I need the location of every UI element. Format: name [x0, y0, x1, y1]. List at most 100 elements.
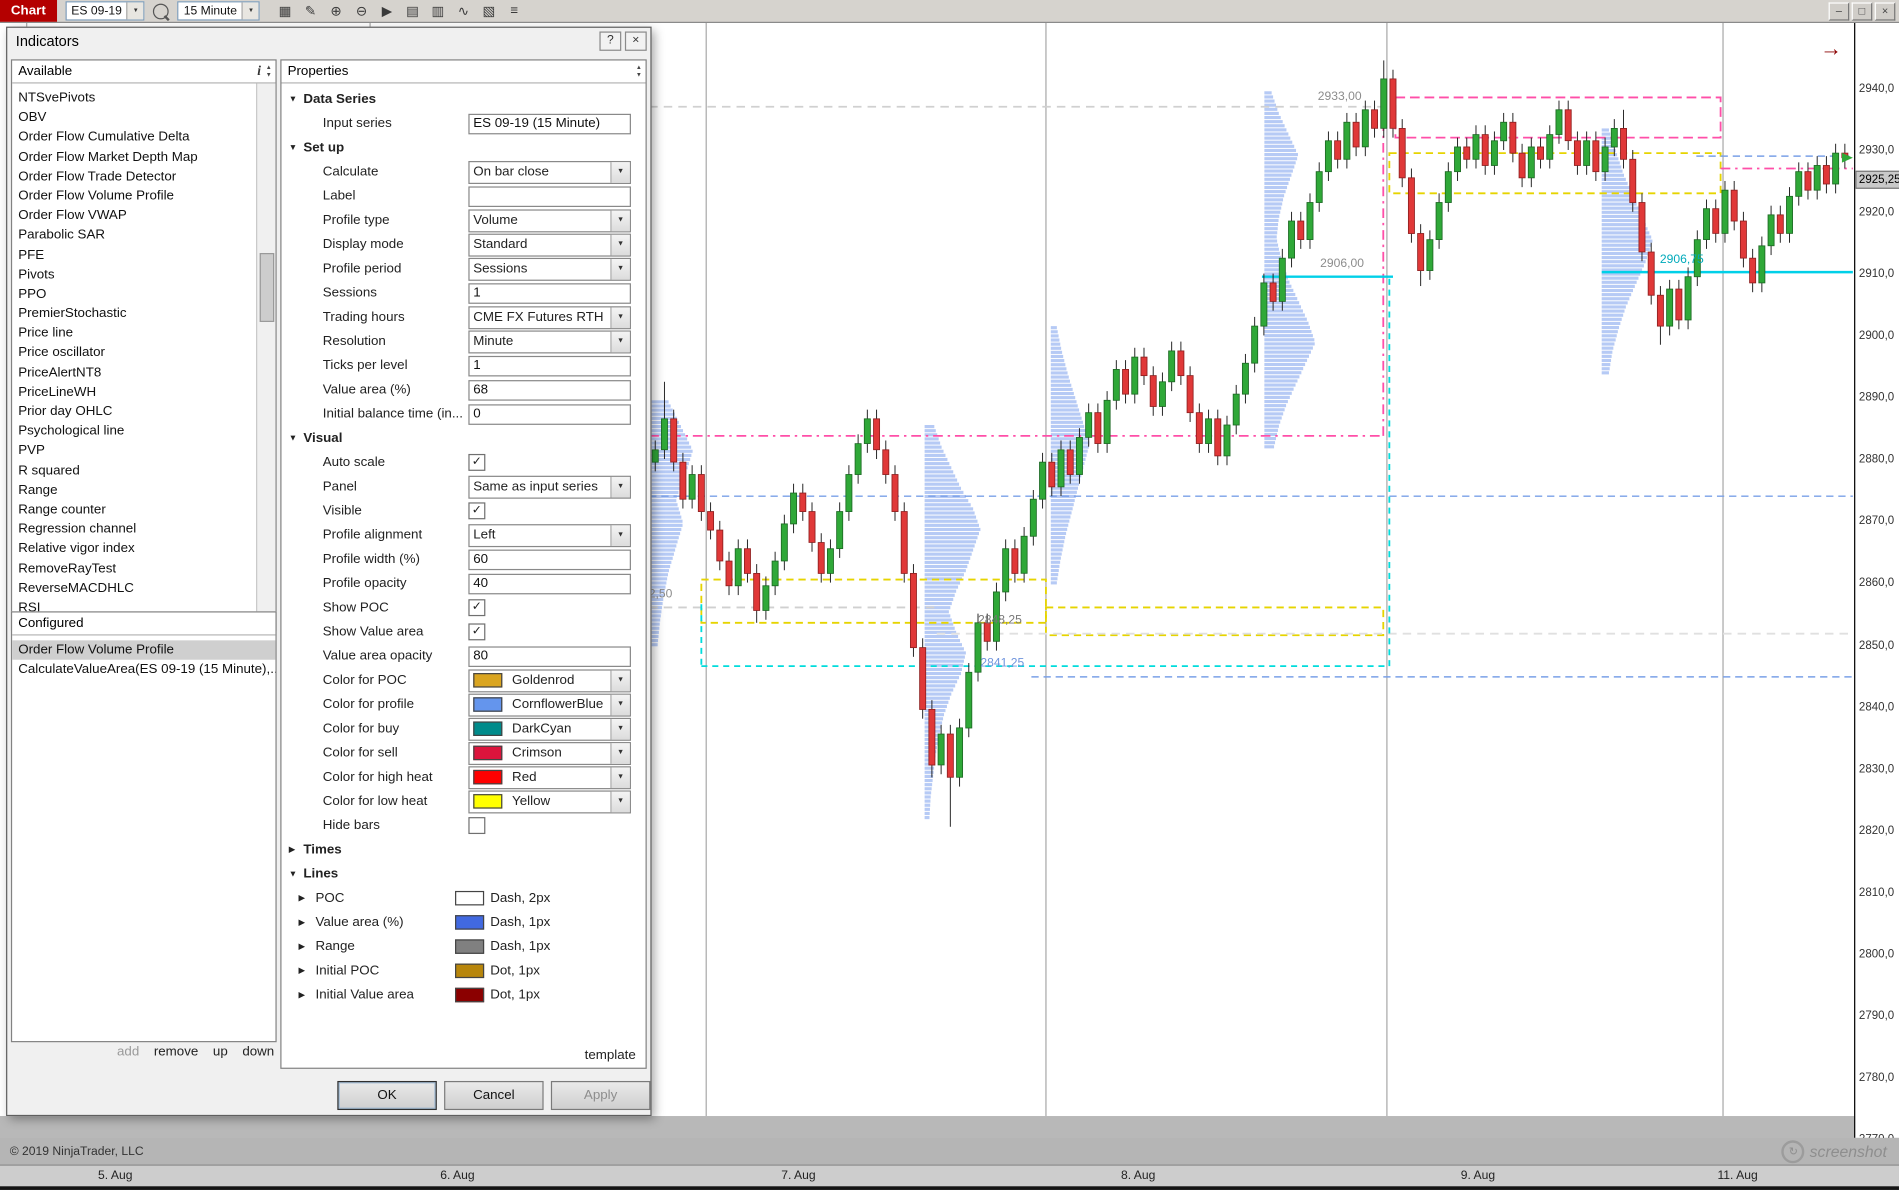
property-row[interactable]: ▼ Lines	[282, 862, 646, 886]
price-axis[interactable]: 2940,0 2930,0 2920,0 2910,0 2900,0 2890,0 2880…	[1854, 21, 1899, 1146]
chart-tab[interactable]: Chart	[0, 0, 57, 22]
property-row[interactable]: Visible ✓	[282, 499, 646, 523]
property-select[interactable]: Sessions ▼	[468, 257, 631, 281]
pointer-icon[interactable]: ▶	[375, 1, 398, 22]
property-row[interactable]: Initial balance time (in...	[282, 402, 646, 426]
color-select[interactable]: Yellow ▼	[468, 789, 631, 813]
available-item[interactable]: Relative vigor index	[12, 539, 257, 559]
property-input[interactable]	[468, 403, 631, 425]
available-item[interactable]: OBV	[12, 108, 257, 128]
property-row[interactable]: ▶ Initial Value area Dot, 1px	[282, 983, 646, 1007]
available-item[interactable]: Range counter	[12, 500, 257, 520]
property-row[interactable]: Show POC ✓	[282, 596, 646, 620]
property-row[interactable]: Trading hours CME FX Futures RTH ▼	[282, 305, 646, 329]
configured-item[interactable]: Order Flow Volume Profile	[12, 640, 276, 660]
help-icon[interactable]: ?	[599, 31, 622, 51]
property-select[interactable]: Minute ▼	[468, 329, 631, 353]
spinner-icon[interactable]: ▲ ▼	[266, 64, 276, 79]
available-item[interactable]: ReverseMACDHLC	[12, 578, 257, 598]
property-row[interactable]: ▼ Set up	[282, 136, 646, 160]
bar-type-icon[interactable]: ▦	[273, 1, 296, 22]
ok-button[interactable]: OK	[337, 1080, 437, 1111]
available-item[interactable]: Psychological line	[12, 421, 257, 441]
property-row[interactable]: Hide bars	[282, 813, 646, 837]
panels-icon[interactable]: ▥	[426, 1, 449, 22]
expand-icon[interactable]: ▶	[298, 918, 310, 927]
available-item[interactable]: PFE	[12, 245, 257, 265]
zoom-out-icon[interactable]: ⊖	[350, 1, 373, 22]
expand-icon[interactable]: ▶	[298, 990, 310, 999]
property-input[interactable]	[468, 113, 631, 134]
spinner-icon[interactable]: ▲ ▼	[636, 64, 646, 79]
property-select[interactable]: On bar close ▼	[468, 160, 631, 184]
property-row[interactable]: Ticks per level	[282, 353, 646, 377]
expand-icon[interactable]: ▶	[289, 845, 301, 854]
property-checkbox[interactable]: ✓	[468, 453, 486, 471]
property-row[interactable]: Panel Same as input series ▼	[282, 475, 646, 499]
available-item[interactable]: PriceLineWH	[12, 382, 257, 402]
available-item[interactable]: Order Flow VWAP	[12, 206, 257, 226]
property-row[interactable]: Resolution Minute ▼	[282, 329, 646, 353]
property-row[interactable]: ▼ Visual	[282, 426, 646, 450]
info-icon[interactable]: i	[257, 64, 266, 79]
property-select[interactable]: Volume ▼	[468, 208, 631, 232]
available-item[interactable]: RemoveRayTest	[12, 559, 257, 579]
available-item[interactable]: R squared	[12, 461, 257, 481]
property-row[interactable]: Profile opacity	[282, 571, 646, 595]
property-row[interactable]: Color for POC Goldenrod ▼	[282, 668, 646, 692]
property-input[interactable]	[468, 379, 631, 401]
line-swatch[interactable]	[455, 963, 485, 979]
available-item[interactable]: Price oscillator	[12, 343, 257, 363]
property-row[interactable]: ▶ Times	[282, 838, 646, 862]
property-input[interactable]	[468, 355, 631, 376]
close-icon[interactable]: ×	[624, 31, 647, 51]
property-row[interactable]: ▶ POC Dash, 2px	[282, 886, 646, 910]
available-item[interactable]: NTSvePivots	[12, 88, 257, 108]
dialog-titlebar[interactable]: Indicators ? ×	[7, 28, 650, 55]
property-input[interactable]	[468, 645, 631, 667]
property-row[interactable]: Color for sell Crimson ▼	[282, 741, 646, 765]
property-select[interactable]: Standard ▼	[468, 233, 631, 257]
interval-combo[interactable]: 15 Minute ▼	[177, 1, 261, 21]
property-row[interactable]: Input series	[282, 111, 646, 135]
property-row[interactable]: ▼ Data Series	[282, 87, 646, 111]
available-item[interactable]: Prior day OHLC	[12, 402, 257, 422]
property-row[interactable]: ▶ Range Dash, 1px	[282, 935, 646, 959]
property-row[interactable]: Value area opacity	[282, 644, 646, 668]
down-link[interactable]: down	[242, 1045, 274, 1060]
color-select[interactable]: Red ▼	[468, 765, 631, 789]
available-item[interactable]: Range	[12, 480, 257, 500]
draw-icon[interactable]: ✎	[299, 1, 322, 22]
apply-button[interactable]: Apply	[550, 1080, 651, 1111]
instrument-combo[interactable]: ES 09-19 ▼	[65, 1, 145, 21]
remove-link[interactable]: remove	[154, 1045, 199, 1060]
collapse-icon[interactable]: ▼	[289, 143, 301, 151]
available-item[interactable]: Order Flow Market Depth Map	[12, 147, 257, 167]
property-row[interactable]: Auto scale ✓	[282, 450, 646, 474]
minimize-button[interactable]: –	[1828, 1, 1850, 20]
template-link[interactable]: template	[585, 1048, 636, 1063]
property-row[interactable]: Profile alignment Left ▼	[282, 523, 646, 547]
property-row[interactable]: Sessions	[282, 281, 646, 305]
color-select[interactable]: CornflowerBlue ▼	[468, 693, 631, 717]
available-item[interactable]: PVP	[12, 441, 257, 461]
line-swatch[interactable]	[455, 915, 485, 930]
property-row[interactable]: Label	[282, 184, 646, 208]
available-item[interactable]: Order Flow Cumulative Delta	[12, 128, 257, 148]
close-button[interactable]: ×	[1874, 1, 1896, 20]
property-select[interactable]: CME FX Futures RTH ▼	[468, 305, 631, 329]
property-select[interactable]: Left ▼	[468, 523, 631, 547]
search-icon[interactable]	[153, 3, 170, 19]
available-item[interactable]: Price line	[12, 324, 257, 344]
color-select[interactable]: Crimson ▼	[468, 741, 631, 765]
property-checkbox[interactable]: ✓	[468, 623, 486, 641]
property-checkbox[interactable]: ✓	[468, 502, 486, 520]
property-row[interactable]: Show Value area ✓	[282, 620, 646, 644]
property-row[interactable]: Color for buy DarkCyan ▼	[282, 717, 646, 741]
collapse-icon[interactable]: ▼	[289, 95, 301, 103]
maximize-button[interactable]: □	[1851, 1, 1873, 20]
up-link[interactable]: up	[213, 1045, 228, 1060]
available-item[interactable]: PriceAlertNT8	[12, 363, 257, 383]
property-row[interactable]: Display mode Standard ▼	[282, 232, 646, 257]
scrollbar-thumb[interactable]	[259, 252, 275, 322]
